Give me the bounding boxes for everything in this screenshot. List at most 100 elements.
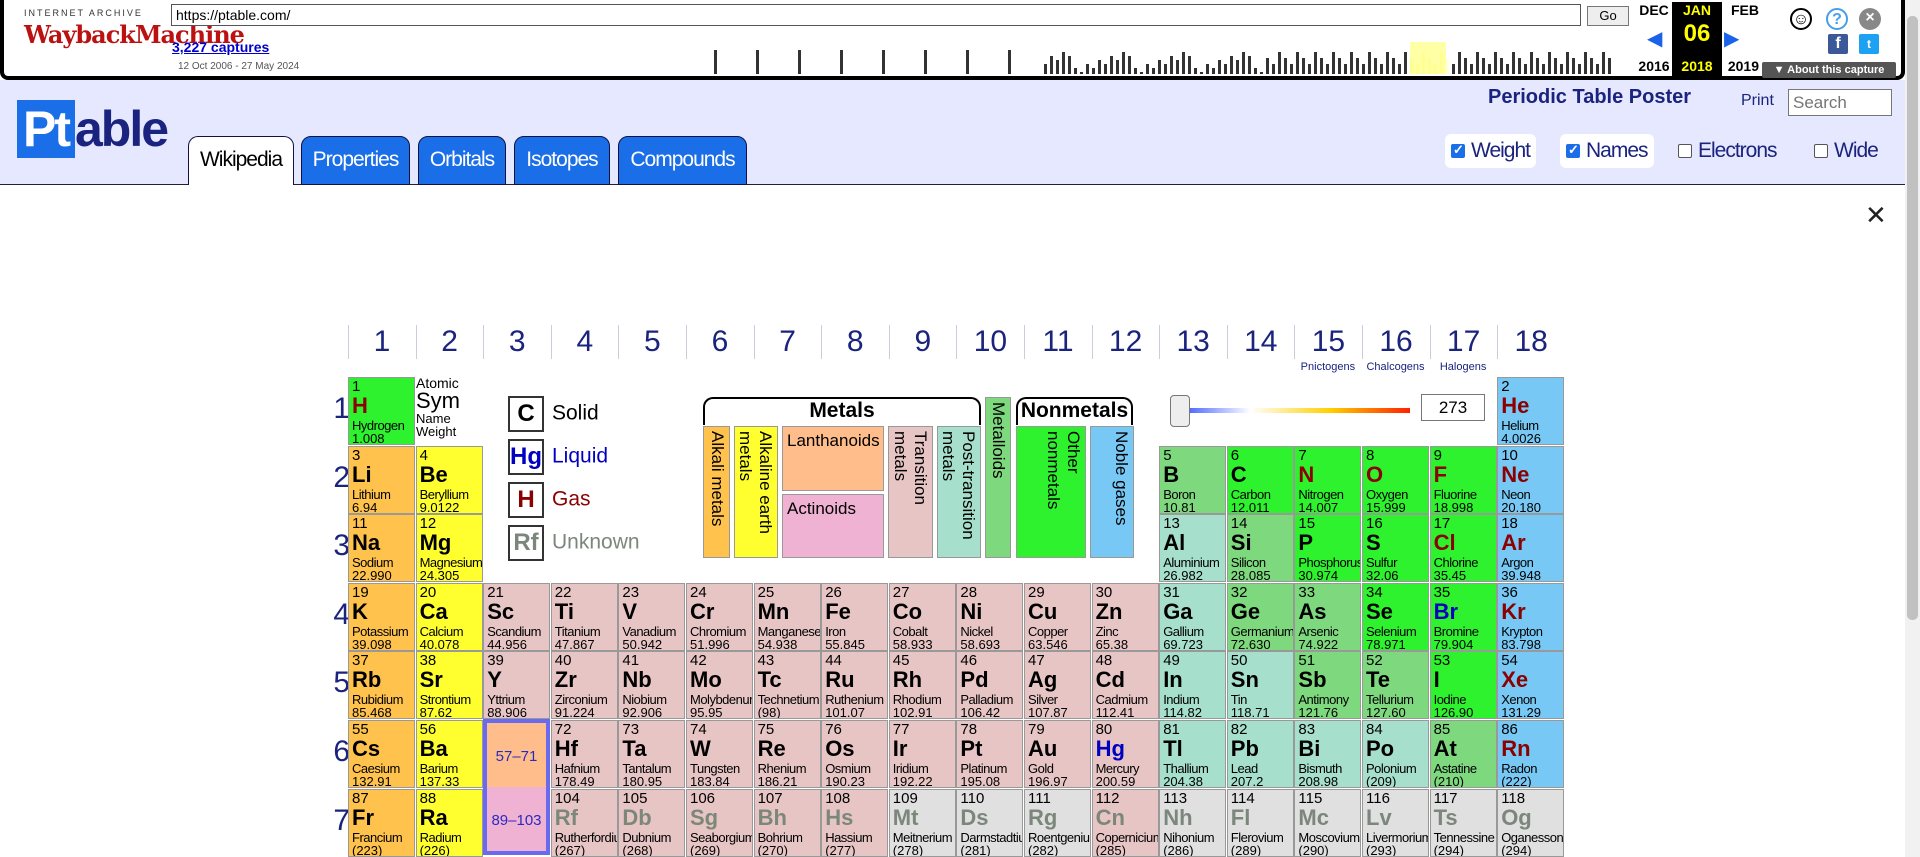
period-number[interactable]: 2 (322, 461, 350, 495)
element-tile[interactable]: 54 Xe Xenon 131.29 (1497, 651, 1565, 720)
group-number[interactable]: 2 (415, 325, 483, 359)
element-tile[interactable]: 78 Pt Platinum 195.08 (956, 720, 1024, 788)
element-tile[interactable]: 2 He Helium 4.0026 (1497, 377, 1565, 445)
element-tile[interactable]: 85 At Astatine (210) (1429, 720, 1497, 788)
element-tile[interactable]: 82 Pb Lead 207.2 (1226, 720, 1294, 788)
element-tile[interactable]: 52 Te Tellurium 127.60 (1362, 651, 1429, 720)
group-number[interactable]: 17 (1429, 325, 1497, 359)
element-tile[interactable]: 72 Hf Hafnium 178.49 (550, 720, 618, 788)
element-tile[interactable]: 10 Ne Neon 20.180 (1497, 445, 1565, 514)
group-number[interactable]: 1 (348, 325, 415, 359)
element-tile[interactable]: 74 W Tungsten 183.84 (686, 720, 753, 788)
element-tile[interactable]: 38 Sr Strontium 87.62 (415, 651, 483, 720)
element-tile[interactable]: 26 Fe Iron 55.845 (821, 582, 889, 651)
cat-post-transition[interactable]: Post-transition metals (937, 426, 981, 558)
element-tile[interactable]: 23 V Vanadium 50.942 (618, 582, 686, 651)
cat-other-nonmetals[interactable]: Other nonmetals (1016, 426, 1086, 558)
cat-noble-gases[interactable]: Noble gases (1090, 426, 1134, 558)
period-number[interactable]: 1 (322, 392, 350, 426)
element-tile[interactable]: 81 Tl Thallium 204.38 (1159, 720, 1227, 788)
element-tile[interactable]: 107 Bh Bohrium (270) (753, 788, 821, 857)
group-number[interactable]: 5 (618, 325, 685, 359)
element-tile[interactable]: 36 Kr Krypton 83.798 (1497, 582, 1565, 651)
element-tile[interactable]: 32 Ge Germanium 72.630 (1226, 582, 1294, 651)
element-tile[interactable]: 42 Mo Molybdenum 95.95 (686, 651, 753, 720)
group-number[interactable]: 8 (821, 325, 888, 359)
group-number[interactable]: 14 (1226, 325, 1294, 359)
element-tile[interactable]: 87 Fr Francium (223) (348, 788, 415, 857)
cat-metalloids[interactable]: Metalloids (985, 397, 1011, 558)
element-tile[interactable]: 110DsDarmstadtium(281) (956, 788, 1024, 857)
element-tile[interactable]: 53 I Iodine 126.90 (1429, 651, 1497, 720)
element-tile[interactable]: 12 Mg Magnesium 24.305 (415, 514, 483, 583)
group-number[interactable]: 12 (1091, 325, 1159, 359)
period-number[interactable]: 3 (322, 529, 350, 563)
element-tile[interactable]: 29 Cu Copper 63.546 (1024, 582, 1091, 651)
period-number[interactable]: 6 (322, 735, 350, 769)
element-tile[interactable]: 86 Rn Radon (222) (1497, 720, 1565, 788)
element-tile[interactable]: 30 Zn Zinc 65.38 (1091, 582, 1159, 651)
group-number[interactable]: 15 (1294, 325, 1361, 359)
cat-actinoids[interactable]: Actinoids (782, 494, 884, 558)
element-tile[interactable]: 28 Ni Nickel 58.693 (956, 582, 1024, 651)
temperature-slider[interactable] (1170, 395, 1410, 427)
legend-solid[interactable]: C Solid (508, 396, 599, 432)
element-tile[interactable]: 17 Cl Chlorine 35.45 (1429, 514, 1497, 583)
group-number[interactable]: 18 (1497, 325, 1564, 359)
element-tile[interactable]: 16 S Sulfur 32.06 (1362, 514, 1429, 583)
element-tile[interactable]: 77 Ir Iridium 192.22 (888, 720, 956, 788)
group-name[interactable]: Pnictogens (1294, 361, 1361, 373)
element-tile[interactable]: 20 Ca Calcium 40.078 (415, 582, 483, 651)
element-tile[interactable]: 105 Db Dubnium (268) (618, 788, 686, 857)
element-tile[interactable]: 8 O Oxygen 15.999 (1362, 445, 1429, 514)
temperature-value[interactable]: 273 (1421, 394, 1485, 421)
element-tile[interactable]: 50 Sn Tin 118.71 (1226, 651, 1294, 720)
legend-gas[interactable]: H Gas (508, 482, 591, 518)
element-tile[interactable]: 14 Si Silicon 28.085 (1226, 514, 1294, 583)
element-tile[interactable]: 83 Bi Bismuth 208.98 (1294, 720, 1362, 788)
element-tile[interactable]: 25 Mn Manganese 54.938 (753, 582, 821, 651)
element-tile[interactable]: 84 Po Polonium (209) (1362, 720, 1429, 788)
element-tile[interactable]: 113 Nh Nihonium (286) (1159, 788, 1227, 857)
legend-liquid[interactable]: Hg Liquid (508, 439, 608, 475)
element-tile[interactable]: 35 Br Bromine 79.904 (1429, 582, 1497, 651)
cat-alkaline[interactable]: Alkaline earth metals (734, 426, 778, 558)
period-number[interactable]: 5 (322, 666, 350, 700)
slider-handle[interactable] (1170, 395, 1190, 427)
element-tile[interactable]: 76 Os Osmium 190.23 (821, 720, 889, 788)
legend-unknown[interactable]: Rf Unknown (508, 525, 640, 561)
element-tile[interactable]: 6 C Carbon 12.011 (1226, 445, 1294, 514)
metals-bracket[interactable]: Metals (703, 397, 981, 425)
element-tile[interactable]: 111RgRoentgenium(282) (1024, 788, 1091, 857)
group-number[interactable]: 11 (1024, 325, 1091, 359)
element-tile[interactable]: 109 Mt Meitnerium (278) (888, 788, 956, 857)
element-tile[interactable]: 24 Cr Chromium 51.996 (686, 582, 753, 651)
actinoid-range[interactable]: 89–103 (483, 787, 550, 855)
element-tile[interactable]: 80 Hg Mercury 200.59 (1091, 720, 1159, 788)
element-tile[interactable]: 18 Ar Argon 39.948 (1497, 514, 1565, 583)
element-tile[interactable]: 43 Tc Technetium (98) (753, 651, 821, 720)
element-tile[interactable]: 19 K Potassium 39.098 (348, 582, 415, 651)
element-tile[interactable]: 11 Na Sodium 22.990 (348, 514, 415, 583)
element-tile[interactable]: 79 Au Gold 196.97 (1024, 720, 1091, 788)
element-tile[interactable]: 73 Ta Tantalum 180.95 (618, 720, 686, 788)
group-name[interactable]: Chalcogens (1362, 361, 1429, 373)
element-tile[interactable]: 104RfRutherfordium(267) (550, 788, 618, 857)
element-tile[interactable]: 41 Nb Niobium 92.906 (618, 651, 686, 720)
element-tile[interactable]: 3 Li Lithium 6.94 (348, 445, 415, 514)
element-tile[interactable]: 44 Ru Ruthenium 101.07 (821, 651, 889, 720)
element-tile[interactable]: 15 P Phosphorus 30.974 (1294, 514, 1362, 583)
element-tile[interactable]: 37 Rb Rubidium 85.468 (348, 651, 415, 720)
group-name[interactable]: Halogens (1430, 361, 1497, 373)
scrollbar[interactable] (1905, 0, 1920, 857)
element-tile[interactable]: 40 Zr Zirconium 91.224 (550, 651, 618, 720)
element-tile[interactable]: 27 Co Cobalt 58.933 (888, 582, 956, 651)
group-number[interactable]: 10 (956, 325, 1023, 359)
element-tile[interactable]: 115 Mc Moscovium (290) (1294, 788, 1362, 857)
element-tile[interactable]: 1 H Hydrogen 1.008 (348, 377, 415, 445)
element-tile[interactable]: 21 Sc Scandium 44.956 (483, 582, 551, 651)
nonmetals-bracket[interactable]: Nonmetals (1016, 397, 1133, 425)
lanthanoid-range[interactable]: 57–71 (483, 719, 550, 787)
element-tile[interactable]: 31 Ga Gallium 69.723 (1159, 582, 1227, 651)
element-tile[interactable]: 47 Ag Silver 107.87 (1024, 651, 1091, 720)
